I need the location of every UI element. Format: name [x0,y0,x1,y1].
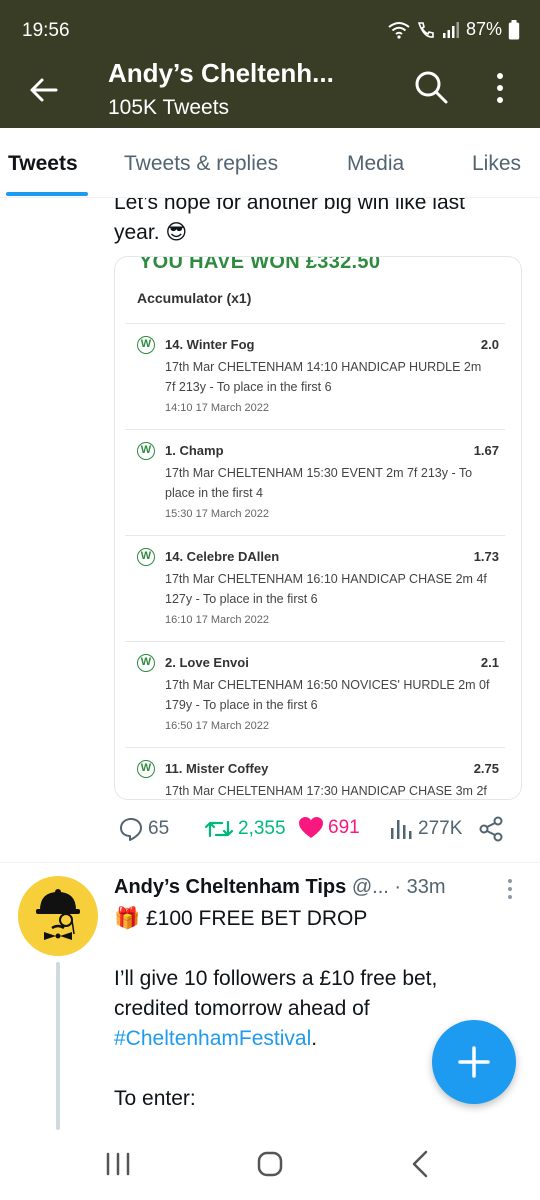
gift-icon: 🎁 [114,907,141,930]
wifi-calling-icon [417,21,434,38]
tweet-blank-line [114,934,514,964]
selection-name: 14. Winter Fog [165,337,255,352]
bet-leg: W 14. Celebre DAllen 1.73 17th Mar CHELT… [125,535,505,641]
wifi-icon [388,21,410,39]
reply-button[interactable]: 65 [118,816,169,842]
views-button[interactable]: 277K [388,816,462,842]
tweet-line: 🎁 £100 FREE BET DROP [114,904,514,934]
tweet-text-line: Let’s hope for another big win like last [114,198,465,214]
selection-odds: 2.0 [480,337,499,352]
selection-odds: 2.1 [480,655,499,670]
share-button[interactable] [478,816,504,842]
selection-time: 15:30 17 March 2022 [165,508,269,520]
retweet-icon [204,820,234,838]
tweet-image-bet-slip[interactable]: YOU HAVE WON £332.50 Accumulator (x1) W … [114,256,522,800]
like-button[interactable]: 691 [298,816,360,840]
active-tab-indicator [6,192,88,196]
win-badge-icon: W [137,442,155,460]
status-icons: 87% [388,19,520,40]
views-icon [391,820,412,839]
profile-header: Andy’s Cheltenh... 105K Tweets [0,58,540,128]
back-icon[interactable] [402,1148,438,1180]
selection-odds: 1.73 [473,549,499,564]
tab-tweets[interactable]: Tweets [8,152,78,176]
selection-description: 17th Mar CHELTENHAM 14:10 HANDICAP HURDL… [165,360,482,394]
plus-icon [458,1046,490,1078]
selection-name: 1. Champ [165,443,224,458]
selection-description: 17th Mar CHELTENHAM 15:30 EVENT 2m 7f 21… [165,466,473,500]
tweet-more-icon[interactable] [502,878,518,900]
selection-time: 16:10 17 March 2022 [165,614,269,626]
bet-leg: W 1. Champ 1.67 17th Mar CHELTENHAM 15:3… [125,429,505,535]
profile-tabs: Tweets Tweets & replies Media Likes [0,128,540,198]
retweet-button[interactable]: 2,355 [204,816,286,842]
selection-time: 14:10 17 March 2022 [165,402,269,414]
back-arrow-icon[interactable] [26,72,62,108]
reply-count: 65 [148,818,170,839]
like-count: 691 [328,817,360,838]
hashtag-link[interactable]: #CheltenhamFestival [114,1027,311,1050]
more-vertical-icon[interactable] [488,68,512,108]
selection-name: 14. Celebre DAllen [165,549,280,564]
battery-icon [508,19,520,39]
selection-description: 17th Mar CHELTENHAM 16:10 HANDICAP CHASE… [165,572,487,606]
selection-description: 17th Mar CHELTENHAM 16:50 NOVICES' HURDL… [165,678,490,712]
tweet-header: Andy’s Cheltenham Tips @... · 33m [114,876,446,899]
retweet-count: 2,355 [238,818,286,839]
bet-leg: W 2. Love Envoi 2.1 17th Mar CHELTENHAM … [125,641,505,747]
compose-tweet-button[interactable] [432,1020,516,1104]
win-badge-icon: W [137,336,155,354]
signal-icon [442,21,459,38]
bet-leg: W 11. Mister Coffey 2.75 17th Mar CHELTE… [125,747,505,799]
tweet-line: I’ll give 10 followers a £10 free bet, [114,967,438,990]
tweet-text-line: year. 😎 [114,221,188,244]
author-name[interactable]: Andy’s Cheltenham Tips [114,876,346,898]
profile-title: Andy’s Cheltenh... [108,58,334,88]
status-bar: 19:56 87% [0,0,540,58]
share-icon [479,816,503,842]
search-icon[interactable] [412,68,450,106]
selection-odds: 2.75 [473,761,499,776]
bet-leg: W 14. Winter Fog 2.0 17th Mar CHELTENHAM… [125,323,505,429]
selection-name: 11. Mister Coffey [165,761,269,776]
selection-description: 17th Mar CHELTENHAM 17:30 HANDICAP CHASE… [165,784,487,798]
reply-icon [120,818,142,841]
tab-tweets-replies[interactable]: Tweets & replies [124,152,278,176]
tweet-divider [0,862,540,863]
thread-line [56,962,60,1130]
system-nav-bar [0,1130,540,1200]
tweet-line-text: £100 FREE BET DROP [146,907,368,930]
tweet-time: · 33m [394,876,446,898]
win-badge-icon: W [137,548,155,566]
heart-icon [299,817,323,838]
win-badge-icon: W [137,760,155,778]
win-badge-icon: W [137,654,155,672]
battery-percent: 87% [465,19,502,39]
recent-apps-icon[interactable] [100,1148,136,1180]
tab-likes[interactable]: Likes [472,152,521,176]
jockey-logo-icon [36,889,80,940]
bet-legs: W 14. Winter Fog 2.0 17th Mar CHELTENHAM… [125,323,505,799]
tweet-line-text: . [311,1027,318,1050]
bet-win-headline: YOU HAVE WON £332.50 [139,256,381,273]
tab-media[interactable]: Media [347,152,404,176]
author-handle[interactable]: @... [352,876,389,898]
tweet-count: 105K Tweets [108,96,230,119]
selection-odds: 1.67 [473,443,499,458]
tweet-actions: 65 2,355 691 277K [114,816,514,846]
tweet-text: Let’s hope for another big win like last… [114,198,514,254]
selection-time: 16:50 17 March 2022 [165,720,269,732]
home-icon[interactable] [252,1148,288,1180]
status-time: 19:56 [22,20,70,41]
views-count: 277K [418,818,463,839]
bet-type: Accumulator (x1) [137,290,252,306]
avatar[interactable] [18,876,98,956]
selection-name: 2. Love Envoi [165,655,249,670]
